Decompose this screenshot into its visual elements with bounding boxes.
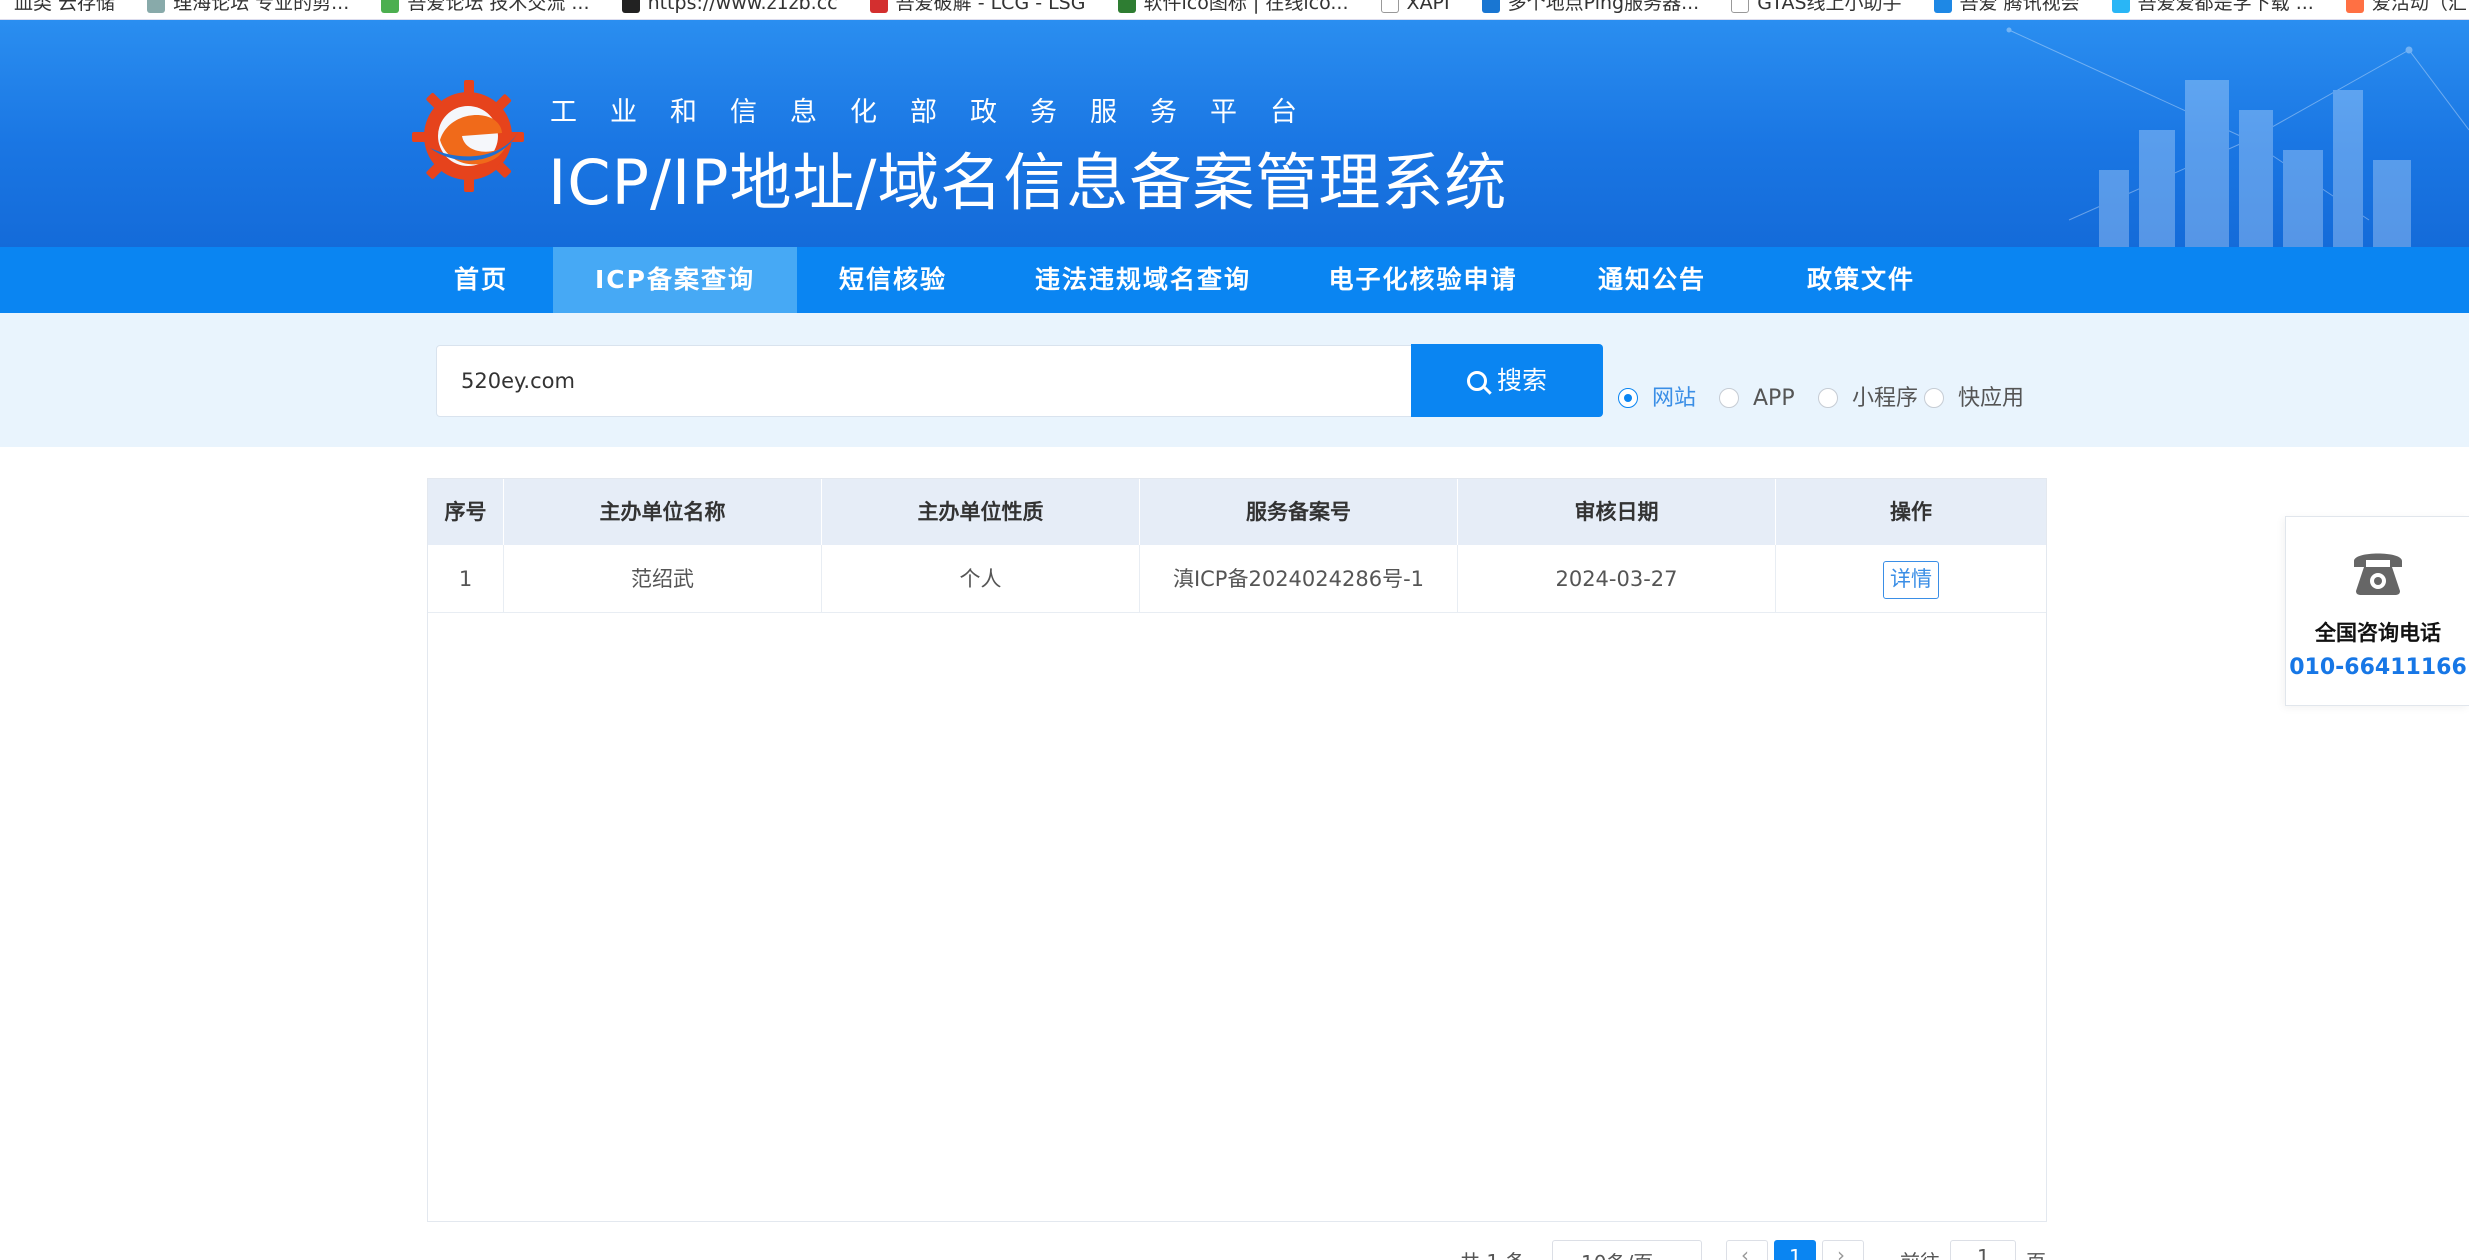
radio-dot-icon [1818, 388, 1838, 408]
system-title: ICP/IP地址/域名信息备案管理系统 [548, 146, 1508, 219]
page-size-select[interactable]: 10条/页 [1552, 1240, 1702, 1260]
bookmark-item[interactable]: 理海论坛 专业的剪... [147, 0, 349, 15]
bookmark-item[interactable]: XAPI [1380, 0, 1450, 14]
bookmark-item[interactable]: https://www.z1zb.cc [621, 0, 838, 14]
results-table: 序号 主办单位名称 主办单位性质 服务备案号 审核日期 操作 1 范绍武 个人 … [427, 478, 2047, 1222]
bookmark-page-icon [1731, 0, 1750, 13]
nav-item-policy-docs[interactable]: 政策文件 [1766, 247, 1956, 313]
bookmark-favicon-icon [2111, 0, 2130, 13]
main-nav: 首页 ICP备案查询 短信核验 违法违规域名查询 电子化核验申请 通知公告 政策… [0, 247, 2469, 313]
radio-app[interactable]: APP [1719, 385, 1795, 413]
column-header: 主办单位名称 [504, 479, 822, 545]
column-header: 序号 [428, 479, 504, 545]
bookmark-favicon-icon [1933, 0, 1952, 13]
table-header: 序号 主办单位名称 主办单位性质 服务备案号 审核日期 操作 [428, 479, 2046, 545]
radio-dot-icon [1924, 388, 1944, 408]
goto-label: 前往 [1900, 1246, 1940, 1260]
bookmark-favicon-icon [869, 0, 888, 13]
contact-phone-number[interactable]: 010-66411166 [2286, 655, 2469, 680]
radio-dot-icon [1719, 388, 1739, 408]
column-header: 操作 [1890, 500, 1932, 524]
detail-button[interactable]: 详情 [1883, 561, 1939, 599]
nav-item-notices[interactable]: 通知公告 [1576, 247, 1728, 313]
next-page-button[interactable]: › [1822, 1240, 1864, 1260]
bookmark-favicon-icon [1481, 0, 1500, 13]
bookmark-item[interactable]: 吾爱 腾讯视会 [1933, 0, 2080, 15]
search-area: 520ey.com 搜索 网站 APP 小程序 快应用 [0, 313, 2469, 447]
column-header: 主办单位性质 [822, 479, 1140, 545]
miit-logo-icon [412, 80, 524, 192]
column-header: 服务备案号 [1140, 479, 1458, 545]
chevron-left-icon: ‹ [1741, 1243, 1749, 1260]
bookmark-item[interactable]: 吾爱破解 - LCG - LSG [869, 0, 1085, 15]
phone-icon [2354, 553, 2402, 595]
bookmark-item[interactable]: 多个地点Ping服务器... [1481, 0, 1699, 15]
cell-license: 滇ICP备2024024286号-1 [1140, 545, 1458, 612]
pagination-total: 共 1 条 [1460, 1246, 1525, 1260]
search-button[interactable]: 搜索 [1411, 344, 1603, 417]
bookmark-favicon-icon [621, 0, 640, 13]
contact-panel: 全国咨询电话 010-66411166 [2285, 516, 2469, 706]
radio-mini-program[interactable]: 小程序 [1818, 385, 1918, 413]
header-banner: 工业和信息化部政务服务平台 ICP/IP地址/域名信息备案管理系统 [0, 20, 2469, 247]
radio-dot-icon [1618, 388, 1638, 408]
cell-date: 2024-03-27 [1458, 545, 1776, 612]
nav-item-e-verify-apply[interactable]: 电子化核验申请 [1308, 247, 1538, 313]
page-unit-label: 页 [2026, 1246, 2046, 1260]
radio-quick-app[interactable]: 快应用 [1924, 385, 2024, 413]
radio-website[interactable]: 网站 [1618, 385, 1696, 413]
page-number-button[interactable]: 1 [1774, 1240, 1816, 1260]
bookmark-favicon-icon [1117, 0, 1136, 13]
platform-subtitle: 工业和信息化部政务服务平台 [550, 97, 1330, 128]
bookmark-item[interactable]: 血类 云存储 [14, 0, 115, 15]
bookmark-favicon-icon [2345, 0, 2364, 13]
bookmark-item[interactable]: 软件ico图标 | 在线ico... [1117, 0, 1349, 15]
nav-item-icp-query[interactable]: ICP备案查询 [553, 247, 797, 313]
nav-item-sms-verify[interactable]: 短信核验 [808, 247, 978, 313]
nav-item-illegal-domain-query[interactable]: 违法违规域名查询 [1016, 247, 1270, 313]
cell-org-type: 个人 [822, 545, 1140, 612]
bookmarks-row: 血类 云存储 理海论坛 专业的剪... 吾爱论坛 技术交流 ... https:… [14, 0, 2469, 15]
bookmark-favicon-icon [147, 0, 166, 13]
search-button-label: 搜索 [1496, 366, 1547, 395]
search-input[interactable]: 520ey.com [436, 345, 1412, 417]
city-skyline-decoration [2006, 27, 2469, 247]
bookmark-page-icon [1380, 0, 1399, 13]
cell-org-name: 范绍武 [504, 545, 822, 612]
bookmark-item[interactable]: 爱活动（汇世大副） [2345, 0, 2469, 15]
table-row: 1 范绍武 个人 滇ICP备2024024286号-1 2024-03-27 详… [428, 545, 2046, 613]
cell-index: 1 [428, 545, 504, 612]
chevron-right-icon: › [1837, 1243, 1845, 1260]
goto-page-input[interactable]: 1 [1950, 1240, 2016, 1260]
bookmark-item[interactable]: GTAS线上小助手 [1731, 0, 1902, 15]
bookmark-favicon-icon [381, 0, 400, 13]
bookmark-item[interactable]: 吾爱论坛 技术交流 ... [381, 0, 590, 15]
search-icon [1466, 371, 1487, 391]
prev-page-button[interactable]: ‹ [1726, 1240, 1768, 1260]
cell-action: 详情 [1776, 545, 2046, 612]
page-size-value: 10条/页 [1581, 1247, 1653, 1260]
column-header: 审核日期 [1458, 479, 1776, 545]
bookmark-item[interactable]: 吾爱爱都是学下载 ... [2111, 0, 2314, 15]
contact-label: 全国咨询电话 [2315, 621, 2441, 645]
bookmarks-bar: 血类 云存储 理海论坛 专业的剪... 吾爱论坛 技术交流 ... https:… [0, 0, 2469, 20]
nav-item-home[interactable]: 首页 [418, 247, 544, 313]
